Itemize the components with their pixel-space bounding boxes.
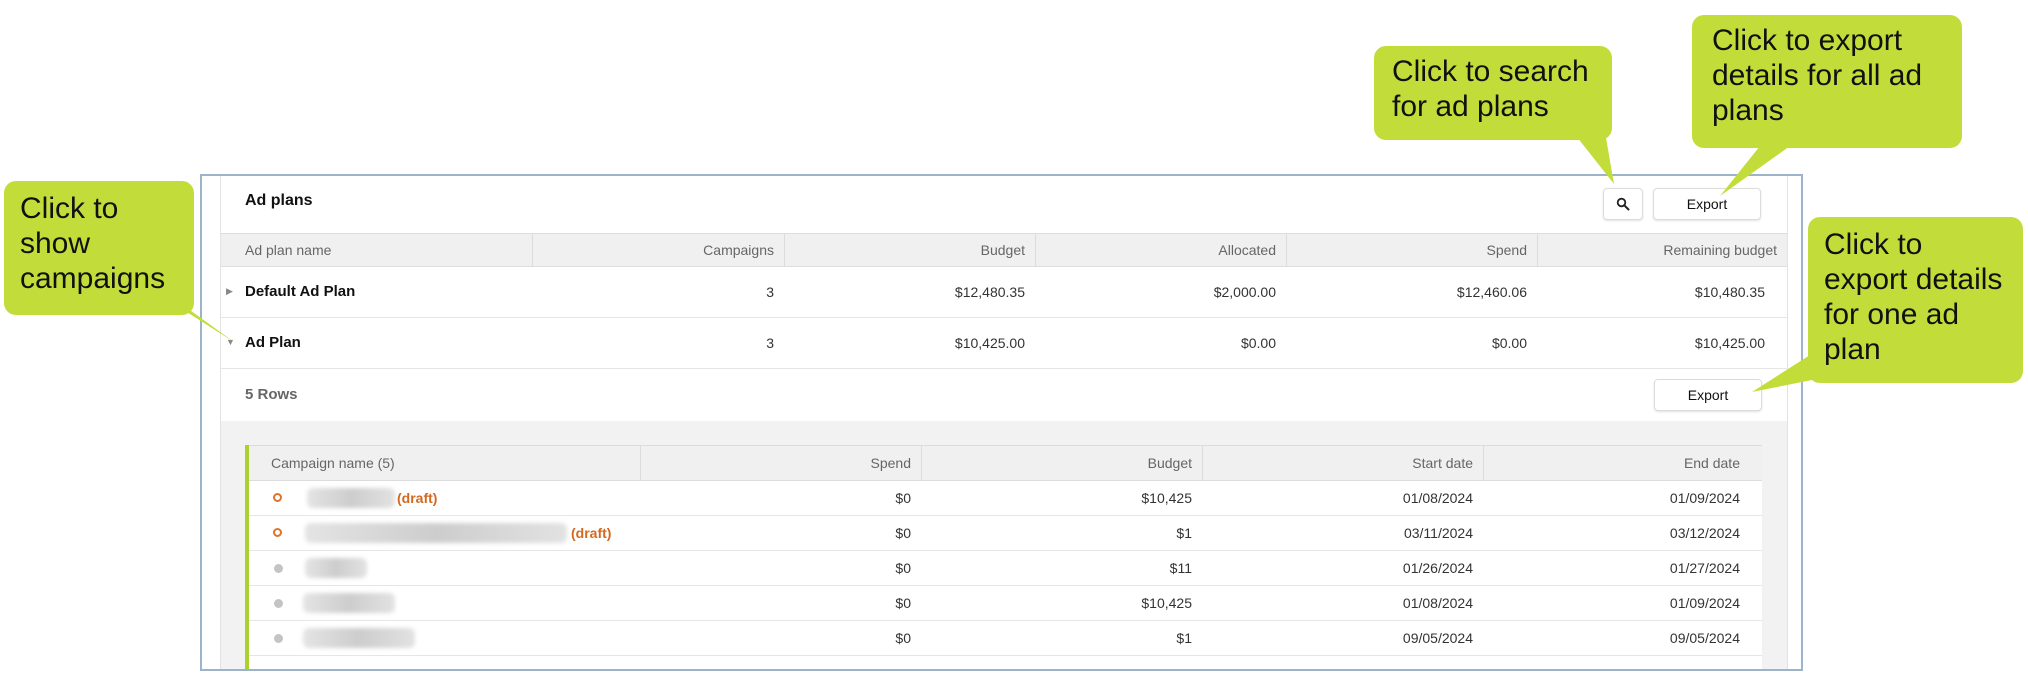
campaign-spend: $0 [895, 525, 911, 541]
campaign-start-date: 09/05/2024 [1402, 630, 1473, 646]
ad-plan-spend: $0.00 [1491, 335, 1527, 351]
campaign-end-date: 01/27/2024 [1669, 560, 1740, 576]
column-header-campaigns[interactable]: Campaigns [532, 234, 784, 266]
campaign-row[interactable]: (draft) $0 $10,425 01/08/2024 01/09/2024 [249, 481, 1762, 516]
redacted-campaign-name [307, 488, 395, 508]
column-header-campaign-name[interactable]: Campaign name (5) [249, 446, 640, 480]
search-icon [1616, 197, 1630, 211]
column-header-spend[interactable]: Spend [1286, 234, 1537, 266]
rows-count: 5 Rows [245, 386, 298, 403]
page-title: Ad plans [245, 192, 313, 209]
campaigns-table-header: Campaign name (5) Spend Budget Start dat… [249, 445, 1762, 481]
callout-export-one-line: for one ad [1824, 298, 1960, 331]
ad-plan-spend: $12,460.06 [1456, 284, 1527, 300]
column-header-spend[interactable]: Spend [640, 446, 921, 480]
draft-status-icon [273, 528, 282, 537]
callout-export-all-line: Click to export [1712, 24, 1903, 57]
draft-label: (draft) [571, 525, 612, 541]
campaign-row[interactable]: $0 $1 09/05/2024 09/05/2024 [249, 621, 1762, 656]
campaign-row[interactable]: (draft) $0 $1 03/11/2024 03/12/2024 [249, 516, 1762, 551]
ad-plan-name: Ad Plan [245, 334, 301, 351]
inactive-status-icon [274, 599, 283, 608]
inactive-status-icon [274, 634, 283, 643]
callout-search-line: Click to search [1392, 55, 1589, 88]
campaign-spend: $0 [895, 560, 911, 576]
callout-export-one: Click to export details for one ad plan [1808, 217, 2023, 383]
campaign-start-date: 03/11/2024 [1403, 525, 1473, 541]
ad-plan-budget: $12,480.35 [954, 284, 1025, 300]
callout-export-one-line: plan [1824, 333, 1881, 366]
campaign-budget: $10,425 [1141, 490, 1192, 506]
callout-export-all-line: details for all ad [1712, 59, 1923, 92]
campaign-start-date: 01/08/2024 [1402, 595, 1473, 611]
column-header-remaining-budget[interactable]: Remaining budget [1537, 234, 1787, 266]
campaign-start-date: 01/08/2024 [1402, 490, 1473, 506]
campaign-budget: $1 [1176, 525, 1192, 541]
callout-export-all-line: plans [1712, 94, 1784, 127]
redacted-campaign-name [305, 523, 567, 543]
callout-search-line: for ad plans [1392, 90, 1549, 123]
campaign-spend: $0 [895, 595, 911, 611]
redacted-campaign-name [303, 593, 395, 613]
inactive-status-icon [274, 564, 283, 573]
campaign-budget: $10,425 [1141, 595, 1192, 611]
ad-plan-allocated: $2,000.00 [1213, 284, 1276, 300]
ad-plan-row[interactable]: ▼ Ad Plan 3 $10,425.00 $0.00 $0.00 $10,4… [221, 318, 1787, 369]
callout-show-campaigns-line: Click to [20, 192, 119, 225]
campaign-row[interactable]: $0 $11 01/26/2024 01/27/2024 [249, 551, 1762, 586]
draft-label: (draft) [397, 490, 438, 506]
campaign-budget: $11 [1169, 560, 1192, 576]
column-header-budget[interactable]: Budget [921, 446, 1202, 480]
campaign-spend: $0 [895, 490, 911, 506]
campaign-end-date: 01/09/2024 [1669, 595, 1740, 611]
ad-plan-campaigns: 3 [766, 335, 774, 351]
draft-status-icon [273, 493, 282, 502]
column-header-start-date[interactable]: Start date [1202, 446, 1483, 480]
redacted-campaign-name [305, 558, 367, 578]
campaign-row[interactable]: $0 $10,425 01/08/2024 01/09/2024 [249, 586, 1762, 621]
ad-plan-remaining-budget: $10,480.35 [1694, 284, 1765, 300]
export-all-button[interactable]: Export [1653, 188, 1761, 220]
ad-plan-budget: $10,425.00 [954, 335, 1025, 351]
redacted-campaign-name [303, 628, 415, 648]
callout-show-campaigns-line: campaigns [20, 262, 166, 295]
callout-show-campaigns-line: show [20, 227, 91, 260]
callout-search: Click to search for ad plans [1374, 46, 1612, 140]
campaign-spend: $0 [895, 630, 911, 646]
column-header-budget[interactable]: Budget [784, 234, 1035, 266]
column-header-allocated[interactable]: Allocated [1035, 234, 1286, 266]
ad-plan-remaining-budget: $10,425.00 [1694, 335, 1765, 351]
column-header-ad-plan-name[interactable]: Ad plan name [221, 234, 532, 266]
search-button[interactable] [1603, 188, 1643, 220]
callout-export-one-line: export details [1824, 263, 2003, 296]
ad-plan-campaigns: 3 [766, 284, 774, 300]
campaign-end-date: 09/05/2024 [1669, 630, 1740, 646]
callout-show-campaigns: Click to show campaigns [4, 181, 194, 315]
export-ad-plan-button[interactable]: Export [1654, 379, 1762, 411]
campaign-start-date: 01/26/2024 [1402, 560, 1473, 576]
ad-plan-allocated: $0.00 [1240, 335, 1276, 351]
column-header-end-date[interactable]: End date [1483, 446, 1762, 480]
campaign-end-date: 01/09/2024 [1669, 490, 1740, 506]
ad-plan-row[interactable]: ▶ Default Ad Plan 3 $12,480.35 $2,000.00… [221, 267, 1787, 318]
ad-plans-frame: Ad plans Export Ad plan name Campaigns B… [200, 174, 1803, 671]
campaign-budget: $1 [1176, 630, 1192, 646]
callout-export-one-line: Click to [1824, 228, 1923, 261]
ad-plan-name: Default Ad Plan [245, 283, 356, 300]
campaigns-table: Campaign name (5) Spend Budget Start dat… [245, 445, 1762, 669]
ad-plans-card: Ad plans Export Ad plan name Campaigns B… [220, 176, 1788, 669]
ad-plans-table-header: Ad plan name Campaigns Budget Allocated … [221, 233, 1787, 267]
expanded-toolbar: 5 Rows Export [221, 369, 1787, 421]
callout-export-all: Click to export details for all ad plans [1692, 15, 1962, 148]
campaign-end-date: 03/12/2024 [1669, 525, 1740, 541]
